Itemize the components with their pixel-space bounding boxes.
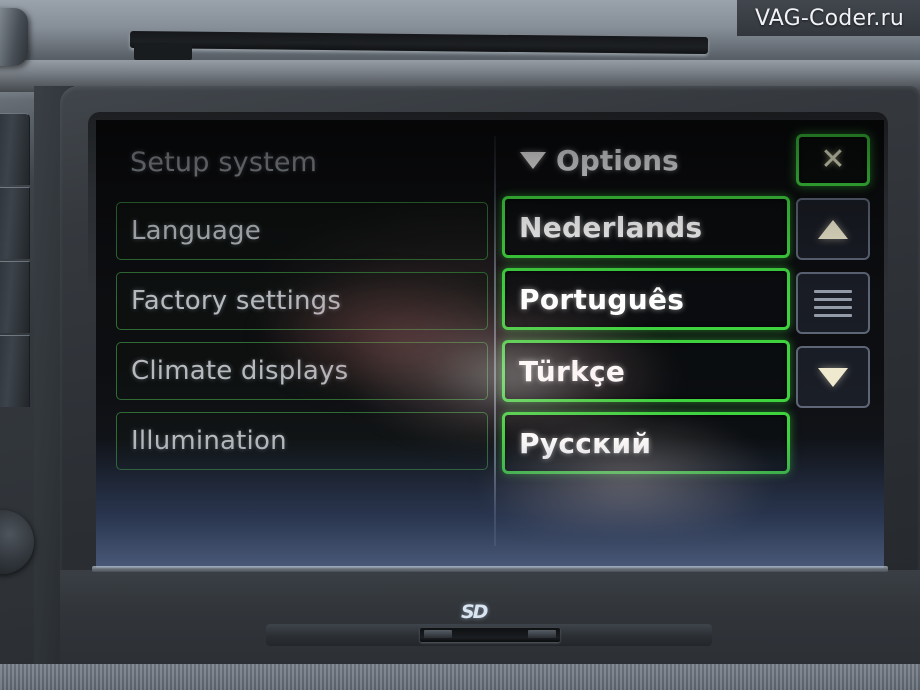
scroll-up-button[interactable]: [796, 198, 870, 260]
panel-divider: [494, 136, 496, 546]
option-label: Русский: [519, 426, 652, 460]
triangle-up-icon: [818, 219, 848, 239]
dashboard-bottom-trim: [0, 664, 920, 690]
scroll-down-button[interactable]: [796, 346, 870, 408]
options-header-label: Options: [556, 143, 679, 177]
option-portugues[interactable]: Português: [502, 268, 790, 330]
setup-menu-panel: Setup system Language Factory settings C…: [116, 134, 488, 470]
list-lines-icon: [814, 289, 852, 317]
close-x-icon: ✕: [820, 142, 846, 177]
triangle-down-icon: [520, 151, 546, 169]
screen-bottom-edge: [92, 566, 888, 572]
sd-card-logo: SD: [461, 601, 489, 623]
option-label: Türkçe: [519, 354, 626, 388]
bottom-left-knob[interactable]: [0, 510, 34, 574]
head-unit-photo: Setup system Language Factory settings C…: [0, 0, 920, 690]
left-hard-button-4[interactable]: [0, 335, 30, 407]
screen-ui: Setup system Language Factory settings C…: [96, 120, 884, 568]
option-nederlands[interactable]: Nederlands: [502, 196, 790, 258]
left-hard-button-3[interactable]: [0, 261, 30, 333]
menu-item-label: Illumination: [131, 426, 287, 456]
menu-item-factory-settings[interactable]: Factory settings: [116, 272, 488, 330]
menu-item-language[interactable]: Language: [116, 202, 488, 260]
vent-slot: [134, 44, 192, 60]
option-russkiy[interactable]: Русский: [502, 412, 790, 474]
menu-item-label: Factory settings: [131, 286, 342, 316]
options-panel: Options Nederlands Português Türkçe Русс…: [502, 134, 790, 474]
menu-item-label: Climate displays: [131, 356, 349, 386]
option-label: Português: [519, 282, 685, 316]
sd-slot-lip-right: [528, 630, 556, 638]
option-turkce[interactable]: Türkçe: [502, 340, 790, 402]
top-left-knob[interactable]: [0, 8, 28, 66]
left-hard-button-1[interactable]: [0, 113, 30, 185]
options-header: Options: [502, 134, 790, 186]
sd-slot-lip-left: [424, 630, 452, 638]
side-button-stack: ✕: [796, 134, 870, 420]
lcd-screen[interactable]: Setup system Language Factory settings C…: [96, 120, 884, 568]
menu-item-climate-displays[interactable]: Climate displays: [116, 342, 488, 400]
watermark: VAG-Coder.ru: [736, 0, 920, 36]
left-hard-button-2[interactable]: [0, 187, 30, 259]
close-button[interactable]: ✕: [796, 134, 870, 186]
menu-item-label: Language: [131, 216, 261, 246]
triangle-down-icon: [818, 367, 848, 387]
option-label: Nederlands: [519, 210, 703, 244]
list-button[interactable]: [796, 272, 870, 334]
menu-item-illumination[interactable]: Illumination: [116, 412, 488, 470]
page-title: Setup system: [130, 146, 318, 178]
left-button-column[interactable]: [0, 113, 30, 409]
